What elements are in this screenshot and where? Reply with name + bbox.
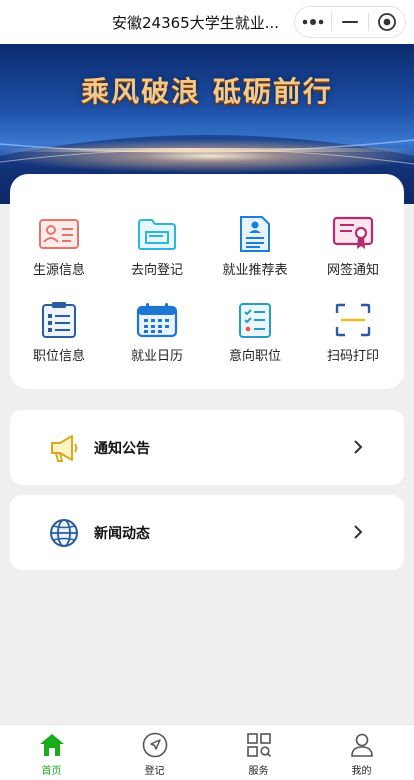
close-button[interactable]	[369, 7, 405, 37]
tab-home[interactable]: 首页	[0, 731, 103, 779]
mini-program-capsule	[294, 6, 406, 38]
bottom-tab-bar: 首页 登记 服务 我的	[0, 724, 414, 780]
grid-item-online-contract-notice[interactable]: 网签通知	[304, 212, 402, 292]
grid-item-scan-print[interactable]: 扫码打印	[304, 298, 402, 378]
grid-search-icon	[245, 731, 273, 759]
list-item-label: 通知公告	[94, 441, 150, 457]
grid-item-label: 生源信息	[32, 263, 85, 278]
banner-light-streak	[0, 148, 414, 152]
minus-icon	[342, 21, 358, 23]
grid-item-destination-register[interactable]: 去向登记	[108, 212, 206, 292]
grid-item-label: 就业推荐表	[222, 263, 288, 278]
certificate-icon	[331, 212, 375, 256]
banner-glow	[0, 136, 414, 176]
page-title: 安徽24365大学生就业...	[112, 14, 280, 32]
chevron-right-icon	[352, 439, 364, 455]
grid-item-employment-calendar[interactable]: 就业日历	[108, 298, 206, 378]
more-button[interactable]	[295, 7, 331, 37]
user-icon	[348, 731, 376, 759]
list-item-label: 新闻动态	[94, 526, 150, 542]
grid-item-label: 就业日历	[130, 349, 183, 364]
calendar-icon	[135, 298, 179, 342]
tab-label: 登记	[144, 766, 165, 777]
grid-item-label: 网签通知	[326, 263, 379, 278]
tab-label: 服务	[248, 766, 269, 777]
more-dots-icon	[302, 19, 324, 25]
minimize-button[interactable]	[332, 7, 368, 37]
clipboard-list-icon	[37, 298, 81, 342]
id-card-icon	[37, 212, 81, 256]
top-nav-bar: 安徽24365大学生就业...	[0, 0, 414, 44]
tab-service[interactable]: 服务	[207, 731, 310, 779]
grid-item-student-info[interactable]: 生源信息	[10, 212, 108, 292]
grid-item-label: 扫码打印	[326, 349, 379, 364]
grid-item-recommendation-form[interactable]: 就业推荐表	[206, 212, 304, 292]
tab-label: 我的	[351, 766, 372, 777]
scan-icon	[331, 298, 375, 342]
send-icon	[141, 731, 169, 759]
chevron-right-icon	[352, 524, 364, 540]
target-close-icon	[378, 13, 396, 31]
grid-item-label: 意向职位	[228, 349, 281, 364]
home-icon	[38, 731, 66, 759]
tab-register[interactable]: 登记	[103, 731, 206, 779]
checklist-icon	[233, 298, 277, 342]
grid-item-intended-position[interactable]: 意向职位	[206, 298, 304, 378]
megaphone-icon	[48, 432, 80, 464]
tab-label: 首页	[41, 766, 62, 777]
list-item-notice[interactable]: 通知公告	[10, 410, 404, 485]
list-item-news[interactable]: 新闻动态	[10, 495, 404, 570]
folder-icon	[135, 212, 179, 256]
banner-slogan: 乘风破浪 砥砺前行	[81, 75, 333, 108]
grid-item-label: 职位信息	[32, 349, 85, 364]
globe-icon	[48, 517, 80, 549]
function-grid: 生源信息 去向登记 就业推荐表 网签通知 职位信息 就业日历 意向职位 扫码打印	[10, 174, 404, 389]
tab-mine[interactable]: 我的	[310, 731, 413, 779]
grid-item-job-info[interactable]: 职位信息	[10, 298, 108, 378]
document-person-icon	[233, 212, 277, 256]
grid-item-label: 去向登记	[130, 263, 183, 278]
